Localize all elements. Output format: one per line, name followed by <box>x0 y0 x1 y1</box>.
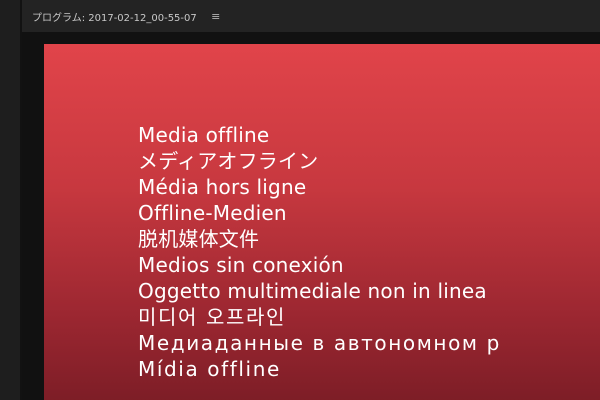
offline-message-ja: メディアオフライン <box>138 149 319 173</box>
offline-message-list: Media offline メディアオフライン Média hors ligne… <box>138 122 501 382</box>
offline-message-pt: Mídia offline <box>138 357 281 381</box>
offline-message-ko: 미디어 오프라인 <box>138 305 286 329</box>
offline-message-de: Offline-Medien <box>138 201 287 225</box>
offline-message-en: Media offline <box>138 123 270 147</box>
offline-message-ru: Медиаданные в автономном р <box>138 331 501 355</box>
program-viewer[interactable]: Media offline メディアオフライン Média hors ligne… <box>22 32 600 400</box>
offline-message-es: Medios sin conexión <box>138 253 344 277</box>
program-panel-header: プログラム: 2017-02-12_00-55-07 ≡ <box>22 0 600 32</box>
left-panel <box>0 0 21 400</box>
offline-message-fr: Média hors ligne <box>138 175 307 199</box>
offline-message-zh: 脱机媒体文件 <box>138 227 260 251</box>
panel-title[interactable]: プログラム: 2017-02-12_00-55-07 <box>32 9 197 24</box>
media-offline-frame: Media offline メディアオフライン Média hors ligne… <box>44 44 600 400</box>
premiere-program-monitor: プログラム: 2017-02-12_00-55-07 ≡ Media offli… <box>0 0 600 400</box>
panel-menu-icon[interactable]: ≡ <box>209 11 223 22</box>
offline-message-it: Oggetto multimediale non in linea <box>138 279 487 303</box>
